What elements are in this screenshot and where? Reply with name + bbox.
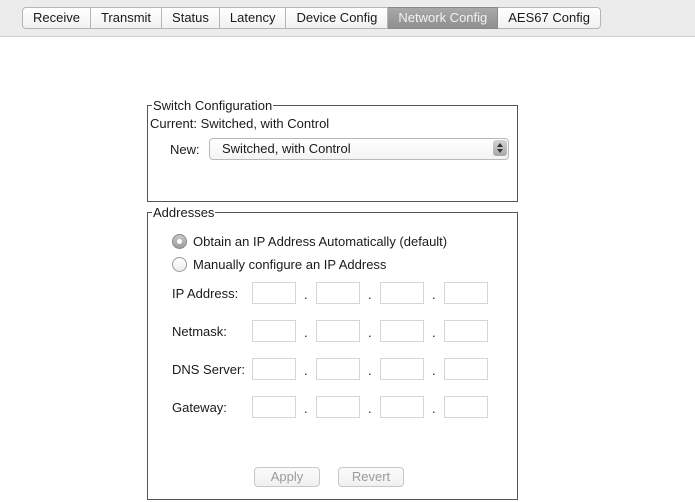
tab-network-config[interactable]: Network Config [388,7,499,29]
manual-ip-option[interactable]: Manually configure an IP Address [172,255,386,273]
revert-button[interactable]: Revert [338,467,404,487]
gateway-octet-2[interactable] [316,396,360,418]
manual-ip-label[interactable]: Manually configure an IP Address [193,257,386,272]
switch-mode-select[interactable]: Switched, with Control [209,138,509,160]
dns-server-row: DNS Server:... [148,358,517,380]
octet-separator: . [304,401,308,416]
tab-latency[interactable]: Latency [219,7,287,29]
gateway-label: Gateway: [172,400,227,415]
octet-separator: . [432,401,436,416]
switch-configuration-title: Switch Configuration [152,98,274,113]
gateway-row: Gateway:... [148,396,517,418]
netmask-row: Netmask:... [148,320,517,342]
addresses-title: Addresses [152,205,216,220]
netmask-octet-2[interactable] [316,320,360,342]
octet-separator: . [432,287,436,302]
tab-aes67-config[interactable]: AES67 Config [498,7,601,29]
octet-separator: . [304,325,308,340]
dns-server-octet-2[interactable] [316,358,360,380]
tab-receive[interactable]: Receive [22,7,91,29]
ip-address-octet-1[interactable] [252,282,296,304]
addresses-group: Addresses Obtain an IP Address Automatic… [147,205,518,500]
gateway-octet-1[interactable] [252,396,296,418]
select-arrows-icon [493,140,507,156]
tab-transmit[interactable]: Transmit [90,7,163,29]
gateway-octet-3[interactable] [380,396,424,418]
ip-address-octet-2[interactable] [316,282,360,304]
octet-separator: . [368,287,372,302]
octet-separator: . [432,325,436,340]
netmask-octet-4[interactable] [444,320,488,342]
manual-ip-radio[interactable] [172,256,187,272]
octet-separator: . [368,325,372,340]
apply-button[interactable]: Apply [254,467,320,487]
tab-device-config[interactable]: Device Config [286,7,389,29]
octet-separator: . [304,363,308,378]
netmask-label: Netmask: [172,324,227,339]
octet-separator: . [432,363,436,378]
switch-mode-selected-value: Switched, with Control [222,141,351,156]
dns-server-label: DNS Server: [172,362,245,377]
auto-ip-label[interactable]: Obtain an IP Address Automatically (defa… [193,234,447,249]
octet-separator: . [304,287,308,302]
dns-server-octet-4[interactable] [444,358,488,380]
dns-server-octet-1[interactable] [252,358,296,380]
gateway-octet-4[interactable] [444,396,488,418]
octet-separator: . [368,363,372,378]
new-mode-label: New: [170,142,200,157]
ip-address-row: IP Address:... [148,282,517,304]
tab-strip-background: Receive Transmit Status Latency Device C… [0,0,695,37]
auto-ip-radio[interactable] [172,233,187,249]
netmask-octet-1[interactable] [252,320,296,342]
octet-separator: . [368,401,372,416]
tab-bar: Receive Transmit Status Latency Device C… [22,7,601,29]
auto-ip-option[interactable]: Obtain an IP Address Automatically (defa… [172,232,447,250]
dns-server-octet-3[interactable] [380,358,424,380]
netmask-octet-3[interactable] [380,320,424,342]
ip-address-label: IP Address: [172,286,239,301]
switch-configuration-group: Switch Configuration Current: Switched, … [147,98,518,202]
tab-status[interactable]: Status [162,7,220,29]
current-switch-mode: Current: Switched, with Control [150,116,330,131]
ip-address-octet-4[interactable] [444,282,488,304]
ip-address-octet-3[interactable] [380,282,424,304]
